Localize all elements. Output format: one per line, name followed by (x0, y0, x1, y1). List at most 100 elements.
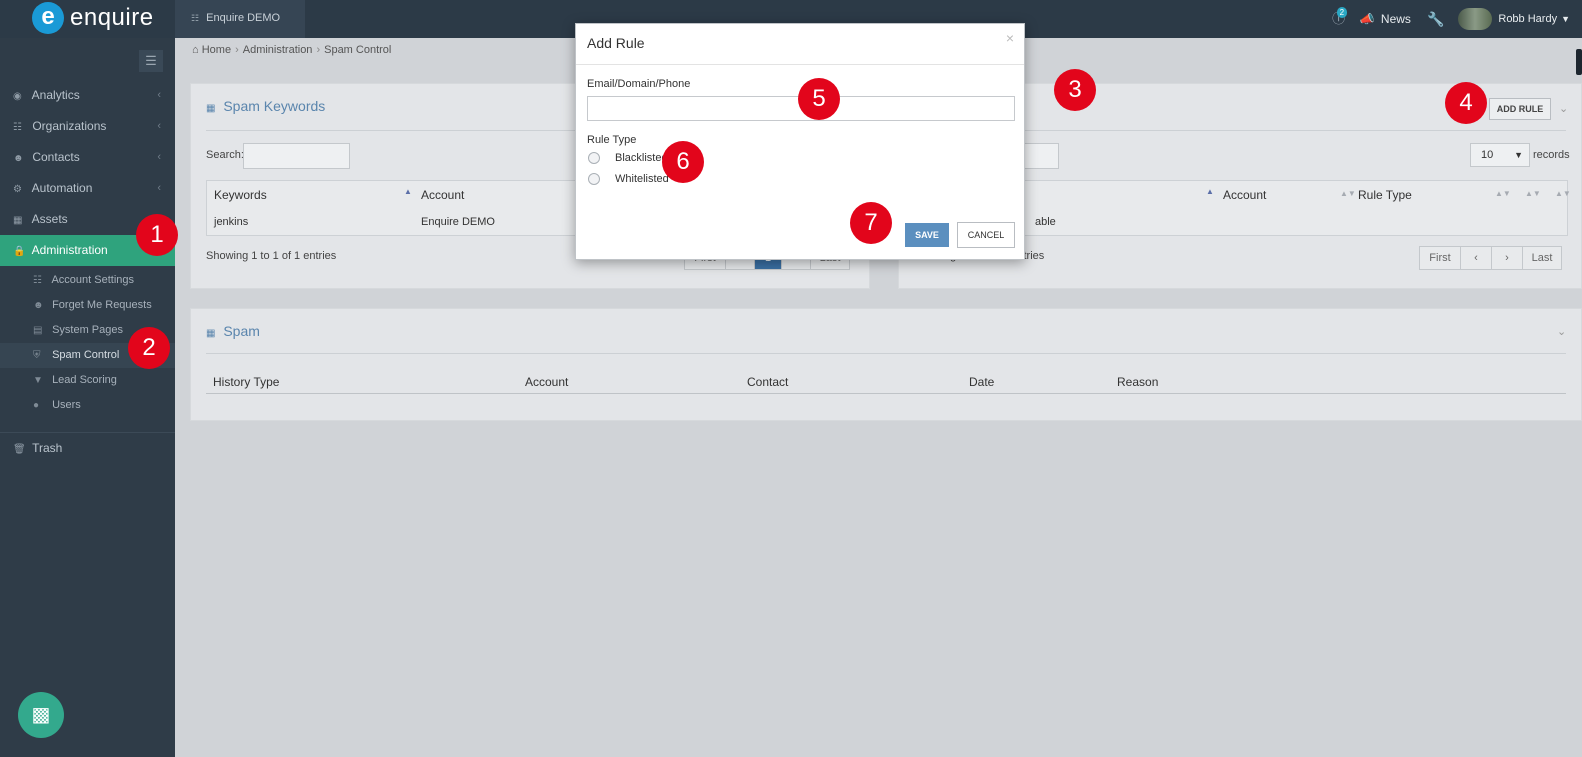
chevron-down-icon[interactable]: ▼ (1561, 14, 1570, 24)
scrollbar[interactable] (1576, 49, 1582, 75)
grid-icon: ▦ (13, 215, 23, 226)
account-tab-label: Enquire DEMO (206, 12, 281, 24)
breadcrumb-separator: › (316, 44, 321, 56)
divider (576, 64, 1024, 65)
modal-title: Add Rule (587, 35, 645, 51)
sort-asc-icon[interactable]: ▲ (404, 187, 412, 196)
table-cell-account: Enquire DEMO (421, 216, 495, 228)
callout-marker: 6 (662, 141, 704, 183)
logo-text: enquire (70, 4, 154, 31)
window-icon: ▤ (33, 325, 43, 336)
table-icon: ▦ (206, 328, 216, 339)
pager-last[interactable]: Last (1522, 246, 1562, 270)
sidebar-item-analytics[interactable]: ◉ Analytics ‹ (0, 80, 175, 111)
callout-marker: 1 (136, 214, 178, 256)
sidebar-item-trash[interactable]: 🗑 Trash (0, 432, 175, 463)
sidebar-item-label: Users (52, 399, 81, 411)
logo[interactable]: e enquire (32, 2, 154, 34)
radio-label: Whitelisted (615, 173, 669, 185)
sort-asc-icon[interactable]: ▲ (1206, 187, 1214, 196)
radio-button[interactable] (588, 173, 600, 185)
column-header-rule-type[interactable]: Rule Type (1358, 181, 1412, 209)
sidebar-item-label: Assets (31, 212, 68, 226)
radio-button[interactable] (588, 152, 600, 164)
pager-next[interactable]: › (1491, 246, 1523, 270)
sort-icon[interactable]: ▲▼ (1555, 189, 1571, 198)
sidebar-item-lead-scoring[interactable]: ▼ Lead Scoring (0, 368, 175, 393)
sidebar-toggle-button[interactable]: ☰ (139, 50, 163, 72)
pager-first[interactable]: First (1419, 246, 1461, 270)
user-name[interactable]: Robb Hardy (1498, 13, 1557, 25)
cancel-button[interactable]: CANCEL (957, 222, 1015, 248)
news-link[interactable]: 📣 News (1360, 12, 1411, 26)
divider (206, 353, 1566, 354)
spam-history-panel: ▦ Spam ⌄ History Type Account Contact Da… (190, 308, 1582, 421)
column-header-keywords[interactable]: Keywords (214, 181, 267, 209)
breadcrumb-administration[interactable]: Administration (243, 44, 313, 56)
notification-badge: 2 (1336, 7, 1348, 18)
dashboard-icon: ◉ (13, 91, 22, 102)
chevron-down-icon[interactable]: ⌄ (1557, 325, 1566, 338)
sort-icon[interactable]: ▲▼ (1525, 189, 1541, 198)
notifications-button[interactable]: ⓘ 2 (1326, 6, 1352, 32)
avatar[interactable] (1458, 8, 1493, 30)
sidebar-item-label: Forget Me Requests (52, 299, 152, 311)
records-per-page-select[interactable]: 10 ▼ (1470, 143, 1530, 167)
chat-icon: ▩ (31, 704, 51, 726)
sidebar: ☰ ◉ Analytics ‹ ☷ Organizations ‹ ☻ Cont… (0, 38, 175, 757)
panel-title: ▦ Spam Keywords (206, 98, 325, 114)
users-icon: ☻ (13, 153, 24, 164)
radio-blacklisted[interactable]: Blacklisted (588, 152, 668, 164)
column-header-account[interactable]: Account (1223, 181, 1266, 209)
chat-bubble-button[interactable]: ▩ (18, 692, 64, 738)
radio-whitelisted[interactable]: Whitelisted (588, 173, 669, 185)
sidebar-item-label: Account Settings (51, 274, 135, 286)
add-rule-button[interactable]: ADD RULE (1489, 98, 1551, 120)
close-icon[interactable]: × (1006, 30, 1014, 46)
user-icon: ● (33, 400, 40, 411)
column-header-date[interactable]: Date (969, 375, 994, 389)
sidebar-item-label: Administration (31, 243, 108, 257)
wrench-icon[interactable]: 🔧 (1427, 11, 1444, 28)
chevron-left-icon: ‹ (157, 151, 161, 163)
pager-prev[interactable]: ‹ (1460, 246, 1492, 270)
user-times-icon: ☻ (33, 300, 44, 311)
home-icon: ⌂ (192, 44, 199, 56)
topbar-right: ⓘ 2 📣 News 🔧 Robb Hardy ▼ (1326, 0, 1582, 38)
sidebar-item-automation[interactable]: ⚙ Automation ‹ (0, 173, 175, 204)
breadcrumb-separator: › (235, 44, 239, 56)
sidebar-item-label: System Pages (52, 324, 123, 336)
column-header-account[interactable]: Account (525, 375, 568, 389)
sidebar-item-label: Contacts (32, 150, 80, 164)
column-header-contact[interactable]: Contact (747, 375, 788, 389)
chevron-down-icon[interactable]: ⌄ (1559, 102, 1568, 115)
sidebar-item-forget-me-requests[interactable]: ☻ Forget Me Requests (0, 293, 175, 318)
sidebar-item-organizations[interactable]: ☷ Organizations ‹ (0, 111, 175, 142)
divider (206, 393, 1566, 394)
sidebar-item-contacts[interactable]: ☻ Contacts ‹ (0, 142, 175, 173)
breadcrumb-home[interactable]: Home (202, 44, 231, 56)
sidebar-item-label: Trash (32, 441, 63, 455)
sidebar-item-account-settings[interactable]: ☷ Account Settings (0, 268, 175, 293)
table-info: Showing 1 to 1 of 1 entries (206, 250, 337, 262)
sidebar-item-label: Organizations (32, 119, 107, 133)
sort-icon[interactable]: ▲▼ (1340, 189, 1356, 198)
chevron-left-icon: ‹ (157, 89, 161, 101)
sidebar-item-users[interactable]: ● Users (0, 393, 175, 418)
sort-icon[interactable]: ▲▼ (1495, 189, 1511, 198)
keywords-search-input[interactable] (243, 143, 350, 169)
shield-icon: ⛨ (33, 350, 41, 361)
callout-marker: 3 (1054, 69, 1096, 111)
column-header-account[interactable]: Account (421, 181, 464, 209)
sidebar-item-label: Analytics (31, 88, 80, 102)
callout-marker: 2 (128, 327, 170, 369)
column-header-reason[interactable]: Reason (1117, 375, 1158, 389)
sitemap-icon: ☷ (13, 122, 22, 133)
search-label: Search: (206, 149, 244, 161)
column-header-history-type[interactable]: History Type (213, 375, 279, 389)
account-tab[interactable]: ☷ Enquire DEMO (175, 0, 305, 38)
save-button[interactable]: SAVE (905, 223, 949, 247)
sidebar-nav: ◉ Analytics ‹ ☷ Organizations ‹ ☻ Contac… (0, 80, 175, 463)
table-empty-message: able (1035, 216, 1056, 228)
rules-pagination: First ‹ › Last (1419, 246, 1562, 270)
